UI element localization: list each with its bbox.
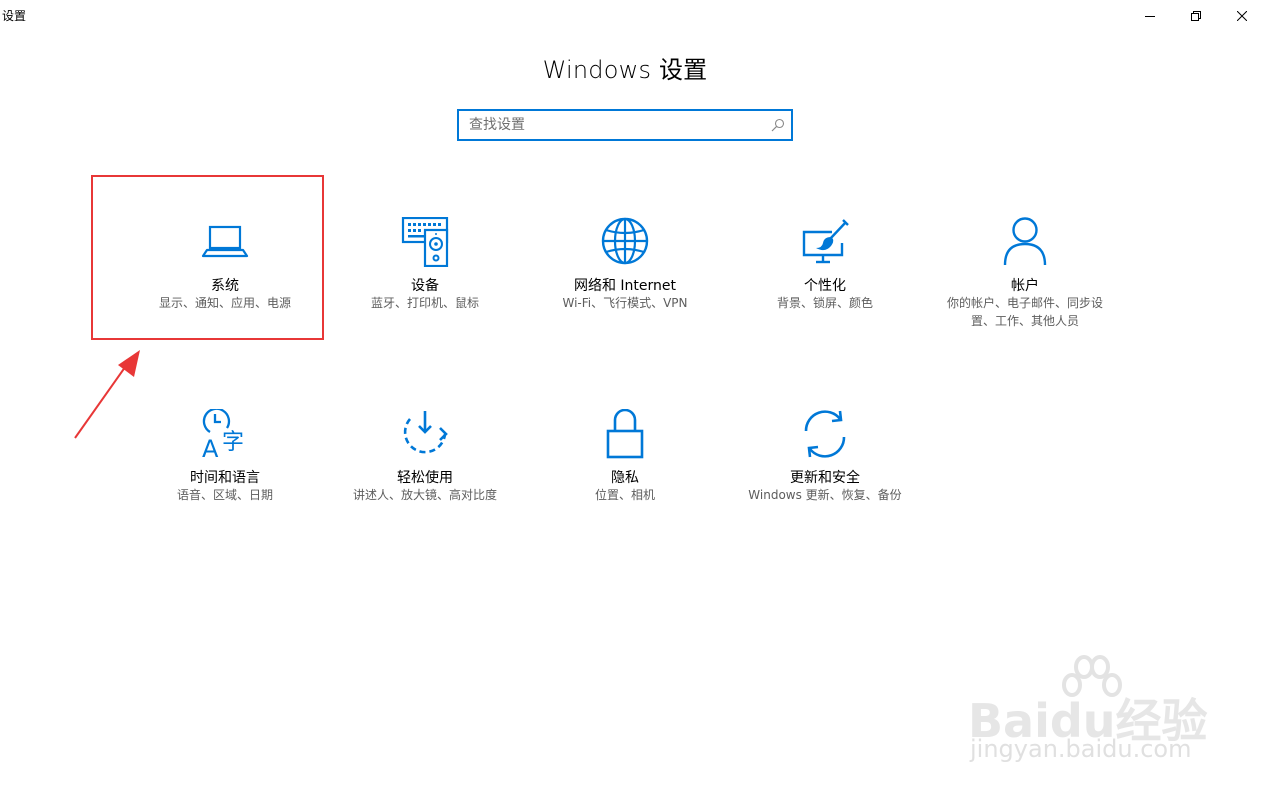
tile-description: 显示、通知、应用、电源	[158, 296, 291, 310]
tile-description: Windows 更新、恢复、备份	[748, 488, 902, 502]
window-title: 设置	[2, 9, 27, 23]
tile-time-language[interactable]: A 字 时间和语言 语音、区域、日期	[125, 409, 325, 509]
restore-button[interactable]	[1173, 0, 1219, 32]
title-bar: 设置	[0, 0, 1265, 32]
search-box[interactable]	[457, 109, 793, 141]
close-button[interactable]	[1219, 0, 1265, 32]
tile-privacy[interactable]: 隐私 位置、相机	[525, 409, 725, 509]
ease-of-access-icon	[403, 411, 448, 454]
arrow-annotation	[74, 350, 140, 439]
page-title: Windows 设置	[542, 56, 708, 84]
tile-description: Wi-Fi、飞行模式、VPN	[562, 296, 688, 310]
close-icon	[1237, 11, 1247, 21]
tile-name: 帐户	[1011, 278, 1039, 294]
tile-network[interactable]: 网络和 Internet Wi-Fi、飞行模式、VPN	[525, 217, 725, 317]
tile-update-security[interactable]: 更新和安全 Windows 更新、恢复、备份	[725, 409, 925, 529]
tile-name: 设备	[411, 278, 439, 294]
minimize-button[interactable]	[1127, 0, 1173, 32]
lock-icon	[606, 409, 644, 459]
tile-ease-of-access[interactable]: 轻松使用 讲述人、放大镜、高对比度	[325, 409, 525, 509]
globe-icon	[601, 217, 649, 265]
tile-system[interactable]: 系统 显示、通知、应用、电源	[125, 217, 325, 317]
laptop-icon	[201, 225, 249, 258]
svg-text:字: 字	[222, 430, 244, 455]
tile-name: 时间和语言	[190, 470, 260, 486]
tile-description: 你的帐户、电子邮件、同步设置、工作、其他人员	[946, 296, 1103, 328]
tile-name: 系统	[211, 278, 239, 294]
tile-personalization[interactable]: 个性化 背景、锁屏、颜色	[725, 217, 925, 317]
tile-description: 蓝牙、打印机、鼠标	[370, 296, 479, 310]
tile-name: 更新和安全	[790, 470, 860, 486]
tile-description: 讲述人、放大镜、高对比度	[352, 488, 497, 502]
search-input[interactable]	[459, 111, 759, 139]
time-language-icon: A 字	[202, 409, 244, 459]
svg-text:A: A	[202, 435, 219, 459]
tile-description: 语音、区域、日期	[176, 488, 273, 502]
tile-accounts[interactable]: 帐户 你的帐户、电子邮件、同步设置、工作、其他人员	[925, 217, 1125, 337]
search-icon[interactable]	[771, 118, 785, 132]
tile-name: 个性化	[804, 278, 846, 294]
tile-name: 网络和 Internet	[573, 278, 677, 294]
minimize-icon	[1145, 16, 1155, 17]
devices-icon	[401, 217, 449, 267]
person-icon	[1003, 217, 1047, 266]
watermark-url: jingyan.baidu.com	[970, 735, 1192, 763]
tile-description: 背景、锁屏、颜色	[776, 296, 873, 310]
tile-name: 轻松使用	[397, 470, 453, 486]
tile-name: 隐私	[611, 470, 639, 486]
tile-description: 位置、相机	[594, 488, 655, 502]
personalization-icon	[802, 219, 849, 264]
restore-icon	[1191, 11, 1201, 21]
tile-devices[interactable]: 设备 蓝牙、打印机、鼠标	[325, 217, 525, 317]
refresh-icon	[804, 410, 846, 458]
